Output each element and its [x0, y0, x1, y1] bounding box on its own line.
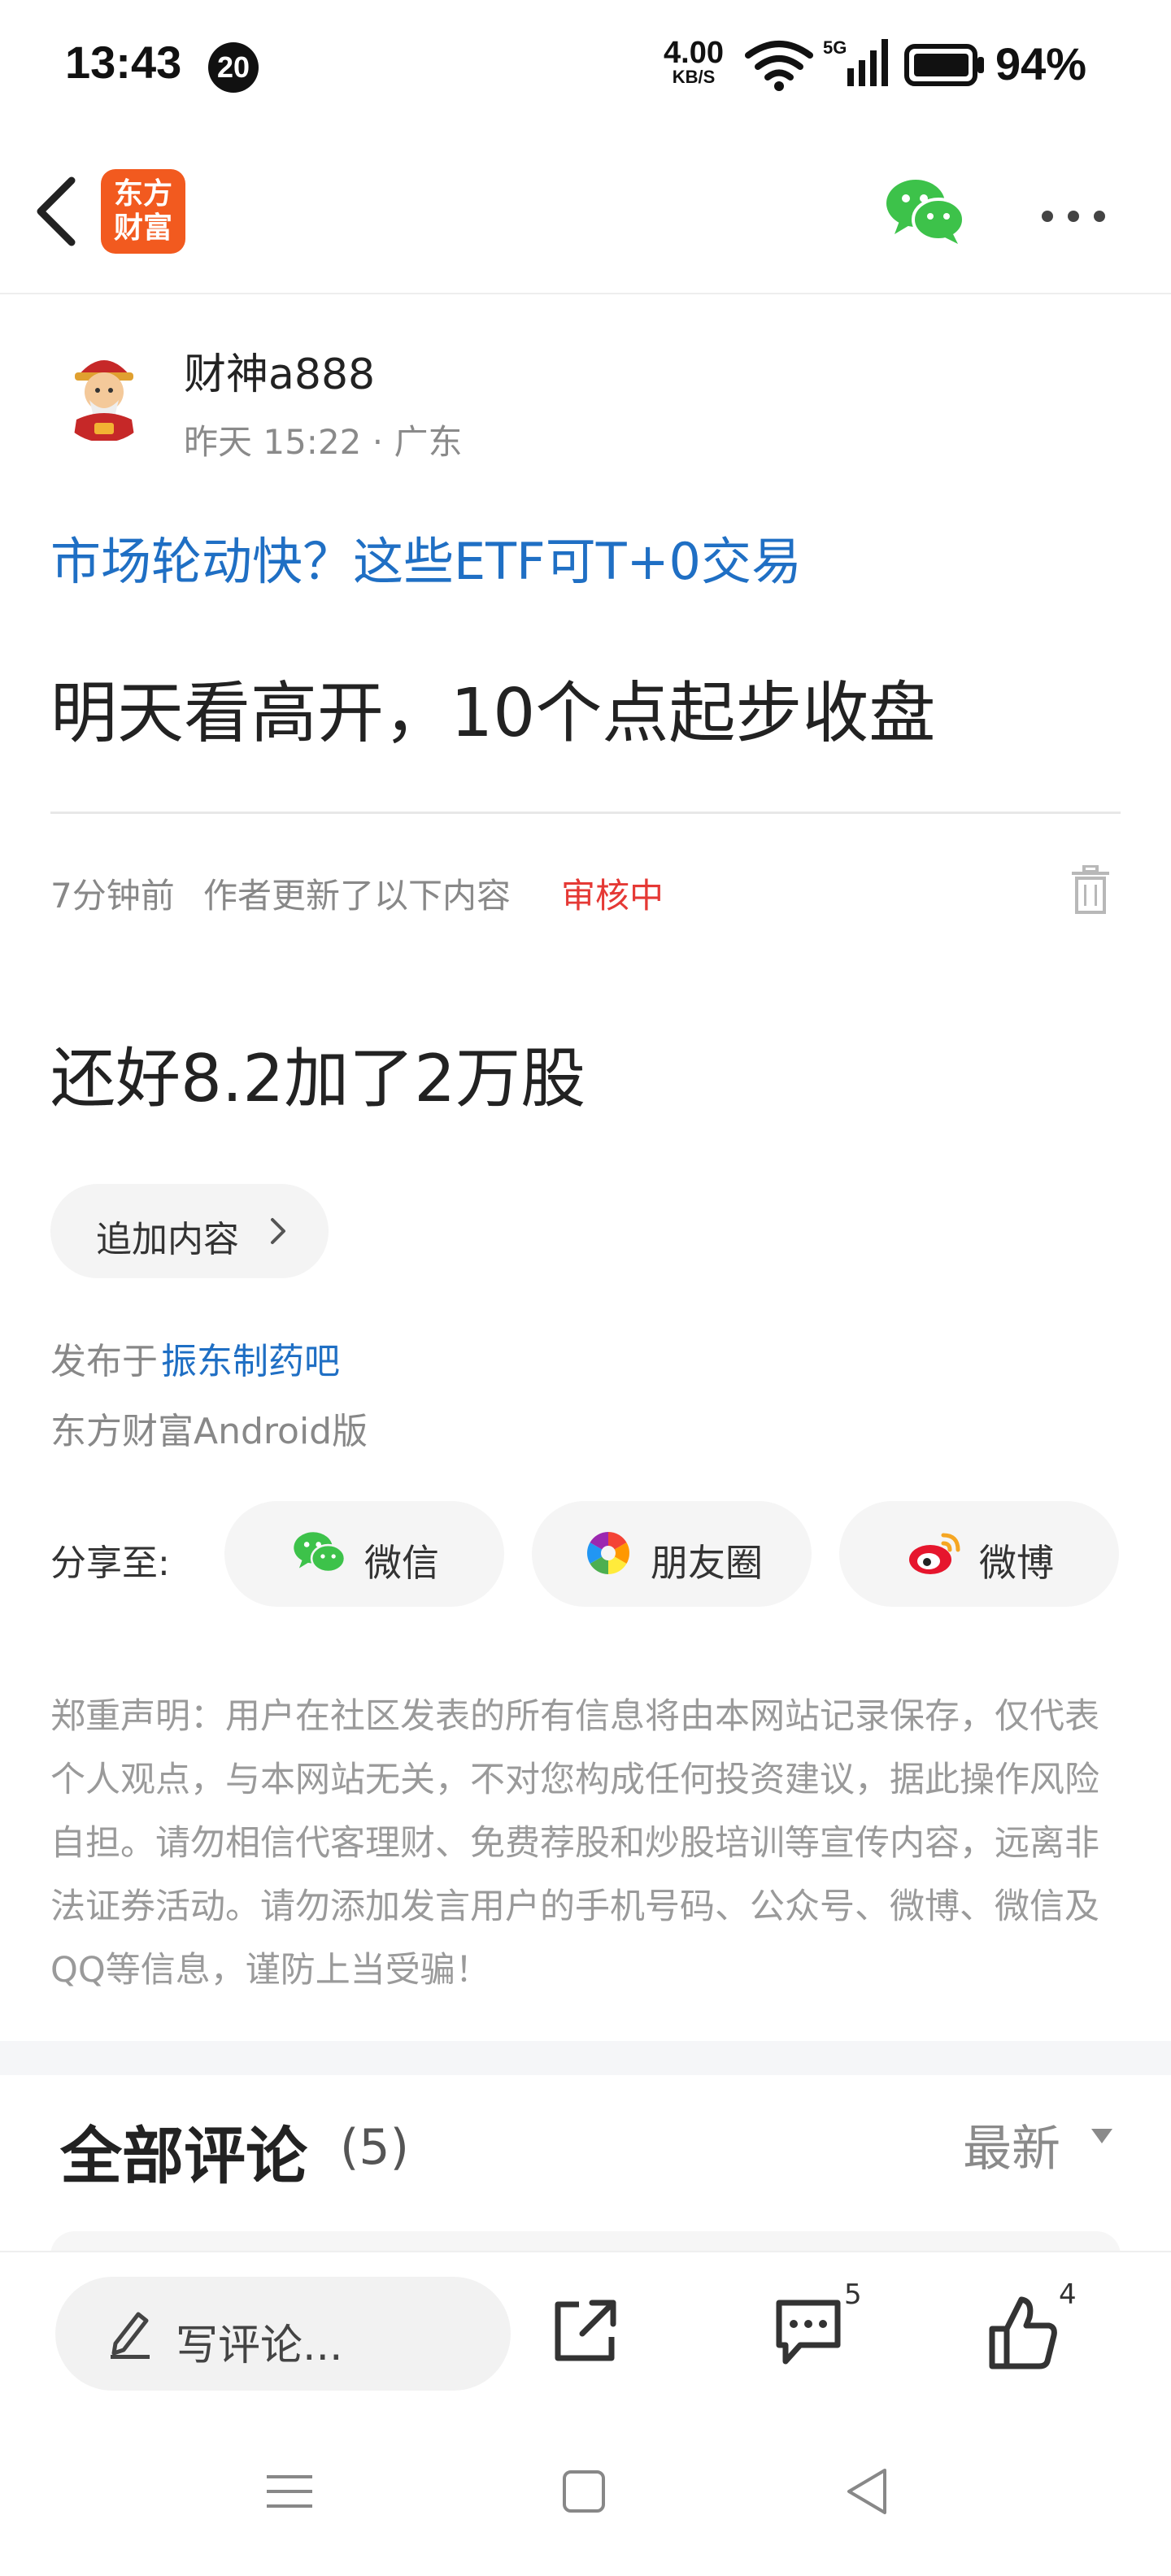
status-time: 13:43	[65, 37, 182, 88]
share-weibo-button[interactable]: 微博	[839, 1501, 1119, 1607]
section-separator	[0, 2041, 1171, 2075]
wechat-icon	[294, 1532, 346, 1573]
related-article-link[interactable]: 市场轮动快？这些ETF可T+0交易	[50, 520, 802, 594]
app-logo-line1: 东方	[113, 177, 172, 211]
forum-link[interactable]: 振东制药吧	[161, 1332, 340, 1384]
share-external-icon[interactable]	[550, 2296, 620, 2366]
weibo-icon	[909, 1533, 960, 1574]
app-logo[interactable]: 东方 财富	[101, 169, 185, 254]
share-weibo-label: 微博	[979, 1541, 1054, 1585]
caret-down-icon[interactable]	[1090, 2127, 1114, 2145]
comments-count: (5)	[340, 2119, 409, 2176]
client-info: 东方财富Android版	[50, 1411, 368, 1452]
pencil-icon	[111, 2312, 150, 2359]
bottom-action-bar: 写评论... 5 4	[0, 2251, 1171, 2418]
share-moments-button[interactable]: 朋友圈	[532, 1501, 812, 1607]
update-time: 7分钟前	[50, 876, 175, 916]
top-nav-bar: 东方 财富	[0, 130, 1171, 294]
battery-icon	[904, 44, 984, 86]
update-note: 作者更新了以下内容	[203, 876, 511, 916]
append-content-button[interactable]: 追加内容	[50, 1184, 329, 1278]
divider	[50, 812, 1121, 814]
moments-icon	[587, 1532, 629, 1574]
wifi-icon	[745, 41, 813, 91]
network-type-label: 5G	[823, 37, 847, 58]
append-content-label: 追加内容	[96, 1219, 239, 1260]
more-horizontal-icon[interactable]	[1039, 208, 1108, 224]
cellular-signal-icon: 5G	[823, 37, 888, 86]
wechat-icon[interactable]	[885, 177, 966, 246]
comment-bubble-icon[interactable]	[771, 2296, 846, 2368]
post-title: 明天看高开，10个点起步收盘	[50, 675, 936, 752]
published-prefix: 发布于	[50, 1341, 158, 1382]
author-name[interactable]: 财神a888	[184, 340, 375, 401]
write-comment-placeholder: 写评论...	[176, 2321, 343, 2370]
menu-icon[interactable]	[265, 2467, 314, 2516]
disclaimer-text: 郑重声明：用户在社区发表的所有信息将由本网站记录保存，仅代表个人观点，与本网站无…	[50, 1696, 1099, 1991]
chevron-right-icon	[271, 1218, 285, 1244]
battery-percentage: 94%	[995, 38, 1087, 89]
trash-icon[interactable]	[1070, 865, 1111, 914]
share-moments-label: 朋友圈	[651, 1541, 763, 1585]
comments-title: 全部评论	[60, 2120, 307, 2192]
system-navigation-bar	[0, 2417, 1171, 2576]
app-logo-line2: 财富	[113, 211, 172, 245]
network-speed-value: 4.00	[664, 36, 724, 70]
post-meta: 昨天 15:22 · 广东	[184, 422, 463, 462]
avatar-image	[73, 360, 135, 441]
notification-count-badge: 20	[208, 42, 259, 93]
review-status-badge: 审核中	[561, 876, 664, 916]
status-bar: 13:43 20 4.00 KB/S 5G 94%	[0, 0, 1171, 130]
share-label: 分享至:	[50, 1543, 170, 1584]
back-triangle-icon[interactable]	[842, 2465, 891, 2517]
write-comment-input[interactable]: 写评论...	[55, 2277, 511, 2391]
home-square-icon[interactable]	[559, 2467, 608, 2516]
network-speed-unit: KB/S	[672, 67, 716, 87]
author-avatar[interactable]	[54, 342, 155, 442]
share-wechat-label: 微信	[364, 1541, 439, 1585]
network-speed: 4.00 KB/S	[657, 37, 730, 86]
share-wechat-button[interactable]: 微信	[224, 1501, 504, 1607]
update-body-text: 还好8.2加了2万股	[50, 1041, 586, 1116]
sort-dropdown-label[interactable]: 最新	[963, 2109, 1060, 2180]
chevron-left-icon[interactable]	[29, 172, 86, 250]
comment-count-badge: 5	[844, 2278, 862, 2311]
like-count-badge: 4	[1059, 2278, 1077, 2311]
thumbs-up-icon[interactable]	[986, 2293, 1059, 2371]
